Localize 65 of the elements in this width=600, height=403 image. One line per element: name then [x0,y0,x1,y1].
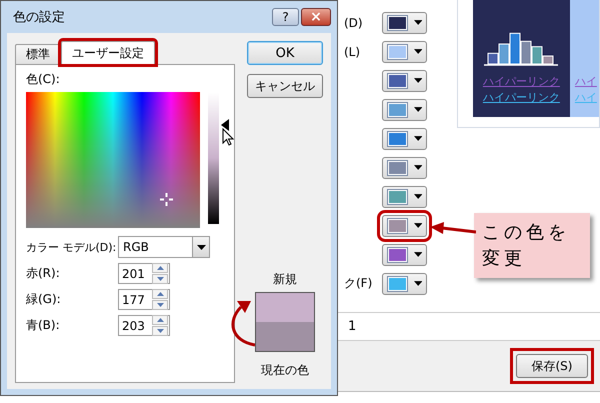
caret-icon [414,252,422,257]
cancel-button[interactable]: キャンセル [247,74,323,98]
caret-icon [414,78,422,83]
up-arrow-icon [156,292,164,296]
channel-spinbox[interactable]: 201 [118,263,170,284]
color-spectrum[interactable] [26,92,200,228]
spin-up-button[interactable] [152,289,168,299]
tab[interactable]: ユーザー設定 [61,41,155,64]
callout-note: この色を 変更 [474,213,590,278]
caret-icon [414,107,422,112]
pointer-arrow [430,222,476,236]
spin-down-button[interactable] [152,326,168,336]
color-dropdown-button[interactable] [382,244,427,266]
spin-up-button[interactable] [152,315,168,325]
up-arrow-icon [156,318,164,322]
window-title: 色の設定 [13,9,65,26]
color-dropdown-button[interactable] [382,12,427,34]
theme-name-field[interactable]: 1 [348,319,356,334]
spin-down-button[interactable] [152,274,168,284]
color-dropdown-button[interactable] [382,40,427,62]
down-arrow-icon [156,303,164,307]
color-model-dropdown[interactable]: RGB [118,236,210,258]
color-dropdown-button[interactable] [382,272,427,294]
help-button[interactable]: ? [272,8,299,26]
caret-icon[interactable] [196,244,206,250]
color-dropdown-button[interactable] [382,186,427,208]
spin-up-button[interactable] [152,263,168,273]
new-color-label: 新規 [273,271,297,288]
spin-down-button[interactable] [152,300,168,310]
up-arrow-icon [156,266,164,270]
save-button[interactable]: 保存(S) [516,354,588,378]
down-arrow-icon [156,329,164,333]
color-dropdown-button[interactable] [382,128,427,150]
color-label: 色(C): [26,71,61,88]
hyperlink-sample: ハイ [574,90,598,106]
caret-icon [414,165,422,170]
theme-color-label: (L) [344,44,360,58]
slider-arrow-icon[interactable] [221,119,229,131]
new-color-swatch [256,293,314,322]
caret-icon [414,223,422,228]
crosshair-icon [160,193,173,206]
caret-icon [414,136,422,141]
channel-label: 青(B): [26,317,61,334]
caret-icon [414,281,422,286]
channel-label: 緑(G): [26,291,62,308]
ok-button[interactable]: OK [247,41,323,65]
theme-color-label: (D) [344,16,363,30]
hyperlink-sample: ハイパーリンク [482,90,560,106]
current-color-swatch [256,322,314,351]
color-model-label: カラー モデル(D): [26,240,114,254]
theme-color-label: ク(F) [344,275,372,292]
color-dropdown-button[interactable] [382,70,427,92]
caret-icon [414,194,422,199]
tab[interactable]: 標準 [15,44,61,64]
color-dropdown-button[interactable] [382,156,427,178]
channel-spinbox[interactable]: 203 [118,315,170,336]
down-arrow-icon [156,277,164,281]
color-dropdown-button[interactable] [382,98,427,120]
caret-icon [414,49,422,54]
channel-spinbox[interactable]: 177 [118,289,170,310]
hyperlink-sample: ハイパーリンク [482,74,560,90]
caret-icon [414,20,422,25]
hyperlink-sample: ハイ [574,74,598,90]
channel-label: 赤(R): [26,265,61,282]
current-color-label: 現在の色 [261,362,309,379]
